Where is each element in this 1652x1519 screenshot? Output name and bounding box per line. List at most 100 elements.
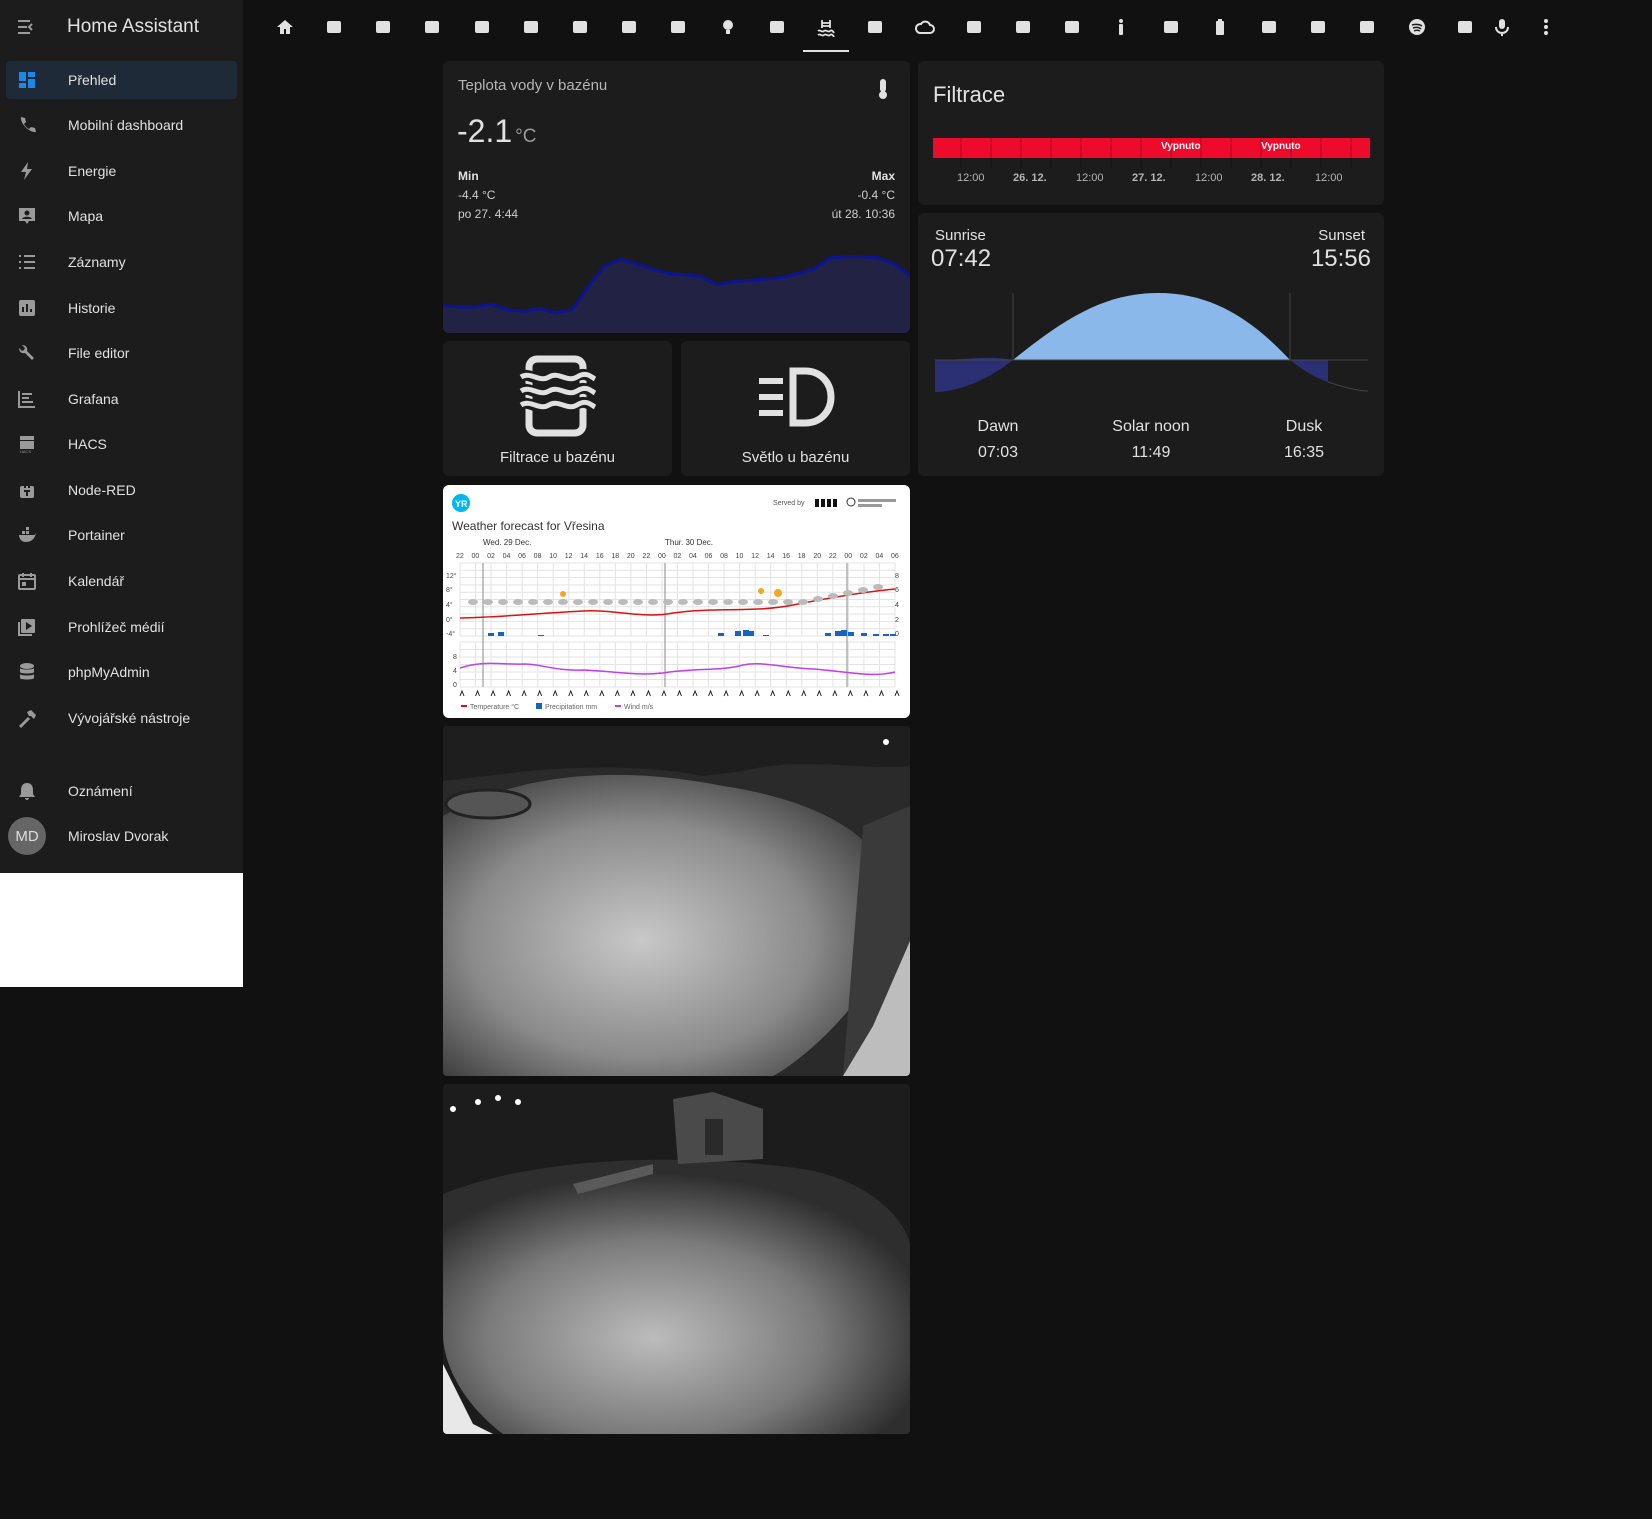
- cloud-icon: [915, 20, 935, 34]
- sunrise-time: 07:42: [931, 245, 992, 272]
- max-time: út 28. 10:36: [831, 207, 895, 221]
- tab-home-roof[interactable]: [1295, 0, 1341, 54]
- wind-arrow: [739, 689, 745, 697]
- pool-temperature-card[interactable]: Teplota vody v bazénu -2.1 °C Min -4.4 °C…: [443, 61, 910, 333]
- more-vertical-icon: [1544, 19, 1548, 35]
- tab-washing-machine[interactable]: [655, 0, 701, 54]
- tab-sofa[interactable]: [311, 0, 357, 54]
- precipitation-bar: [873, 634, 879, 636]
- sidebar-item-node-red[interactable]: Node-RED: [6, 471, 237, 509]
- solar-noon-time: 11:49: [1131, 444, 1171, 461]
- axis-label: 0°: [446, 616, 453, 624]
- tab-school[interactable]: [606, 0, 652, 54]
- axis-label: 12°: [446, 572, 457, 580]
- sidebar-item-notifications[interactable]: Oznámení: [6, 772, 237, 810]
- cloud-icon: [753, 599, 763, 605]
- tab-pool[interactable]: [803, 0, 849, 54]
- cloud-icon: [873, 584, 883, 590]
- calendar-icon: [6, 571, 48, 591]
- tab-home[interactable]: [262, 0, 308, 54]
- cctv-icon: [1262, 21, 1276, 33]
- svg-text:HACS: HACS: [20, 449, 31, 454]
- hour-tick-label: 20: [813, 553, 821, 560]
- sidebar-item-hacs[interactable]: HACS HACS: [6, 425, 237, 463]
- cloud-icon: [843, 590, 853, 596]
- user-name: Miroslav Dvorak: [68, 828, 169, 844]
- tab-human[interactable]: [1098, 0, 1144, 54]
- sidebar-item-z-znamy[interactable]: Záznamy: [6, 243, 237, 281]
- school-icon: [622, 21, 636, 33]
- sidebar-item-label: Záznamy: [68, 254, 126, 270]
- sidebar-item-mapa[interactable]: Mapa: [6, 197, 237, 235]
- light-button-card[interactable]: Světlo u bazénu: [681, 341, 910, 476]
- sidebar-item-prohl-e-m-di-[interactable]: Prohlížeč médií: [6, 608, 237, 646]
- washing-machine-icon: [671, 21, 685, 33]
- tab-motion[interactable]: [1344, 0, 1390, 54]
- cloud-icon: [828, 593, 838, 599]
- sidebar-item-kalend-[interactable]: Kalendář: [6, 562, 237, 600]
- card-title: Teplota vody v bazénu: [458, 77, 608, 94]
- sidebar-item-user-profile[interactable]: MD Miroslav Dvorak: [6, 817, 237, 855]
- wind-arrow: [723, 689, 729, 697]
- sidebar-item-phpmyadmin[interactable]: phpMyAdmin: [6, 653, 237, 691]
- tab-car[interactable]: [754, 0, 800, 54]
- tab-stairs[interactable]: [557, 0, 603, 54]
- sunset-time: 15:56: [1310, 245, 1371, 272]
- timeline-tick: 12:00: [1076, 172, 1104, 184]
- weather-forecast-card[interactable]: YR Served by Weather forecast for Vřesin…: [443, 485, 910, 718]
- temperature-value: -2.1 °C: [457, 113, 536, 150]
- precipitation-bar: [735, 631, 741, 636]
- hour-tick-label: 10: [549, 553, 557, 560]
- wind-arrow: [490, 689, 496, 697]
- filtration-button-card[interactable]: Filtrace u bazénu: [443, 341, 672, 476]
- tab-folder-music[interactable]: [459, 0, 505, 54]
- sidebar-item-label: Energie: [68, 163, 117, 179]
- camera-image: [443, 1084, 910, 1434]
- tab-microphone[interactable]: [1479, 0, 1525, 54]
- tab-cloud[interactable]: [902, 0, 948, 54]
- wind-arrow: [552, 689, 558, 697]
- hour-tick-label: 18: [798, 553, 806, 560]
- docker-icon: [6, 525, 48, 545]
- tab-printer[interactable]: [1148, 0, 1194, 54]
- precipitation-bar: [883, 634, 889, 636]
- timeline-gridlines: [960, 138, 1352, 168]
- sidebar-item-file-editor[interactable]: File editor: [6, 334, 237, 372]
- precipitation-bar: [861, 633, 867, 636]
- tab-cctv[interactable]: [1246, 0, 1292, 54]
- motion-icon: [1360, 21, 1374, 33]
- sun-elevation-graph: [935, 293, 1369, 392]
- timeline-tick: 12:00: [957, 172, 985, 184]
- precipitation-bar: [498, 632, 504, 636]
- tab-monitor[interactable]: [360, 0, 406, 54]
- bell-icon: [6, 781, 48, 801]
- tab-lightbulb[interactable]: [705, 0, 751, 54]
- dusk-time: 16:35: [1283, 444, 1325, 461]
- axis-label: -4°: [446, 630, 455, 638]
- sidebar-item-historie[interactable]: Historie: [6, 289, 237, 327]
- tab-more-vertical[interactable]: [1523, 0, 1569, 54]
- menu-toggle-button[interactable]: [0, 0, 54, 54]
- sidebar-item-energie[interactable]: Energie: [6, 152, 237, 190]
- tab-heat-pump[interactable]: [852, 0, 898, 54]
- wind-arrow: [459, 689, 465, 697]
- sidebar-item-grafana[interactable]: Grafana: [6, 380, 237, 418]
- sidebar-item-mobiln-dashboard[interactable]: Mobilní dashboard: [6, 106, 237, 144]
- camera-feed-shed[interactable]: [443, 1084, 910, 1434]
- tab-desk[interactable]: [1049, 0, 1095, 54]
- tab-family[interactable]: [409, 0, 455, 54]
- tab-bed[interactable]: [508, 0, 554, 54]
- folder-music-icon: [475, 21, 489, 33]
- sidebar-item-p-ehled[interactable]: Přehled: [6, 61, 237, 99]
- timeline-tick: 12:00: [1195, 172, 1223, 184]
- camera-feed-garden[interactable]: [443, 726, 910, 1076]
- tab-battery[interactable]: [1197, 0, 1243, 54]
- tab-spotify[interactable]: [1394, 0, 1440, 54]
- night-area: [935, 357, 1013, 392]
- tab-fan-ac[interactable]: [951, 0, 997, 54]
- sidebar-item-portainer[interactable]: Portainer: [6, 516, 237, 554]
- tab-cube[interactable]: [1000, 0, 1046, 54]
- cloud-icon: [543, 599, 553, 605]
- hour-tick-label: 16: [782, 553, 790, 560]
- sidebar-item-v-voj-sk-n-stroje[interactable]: Vývojářské nástroje: [6, 699, 237, 737]
